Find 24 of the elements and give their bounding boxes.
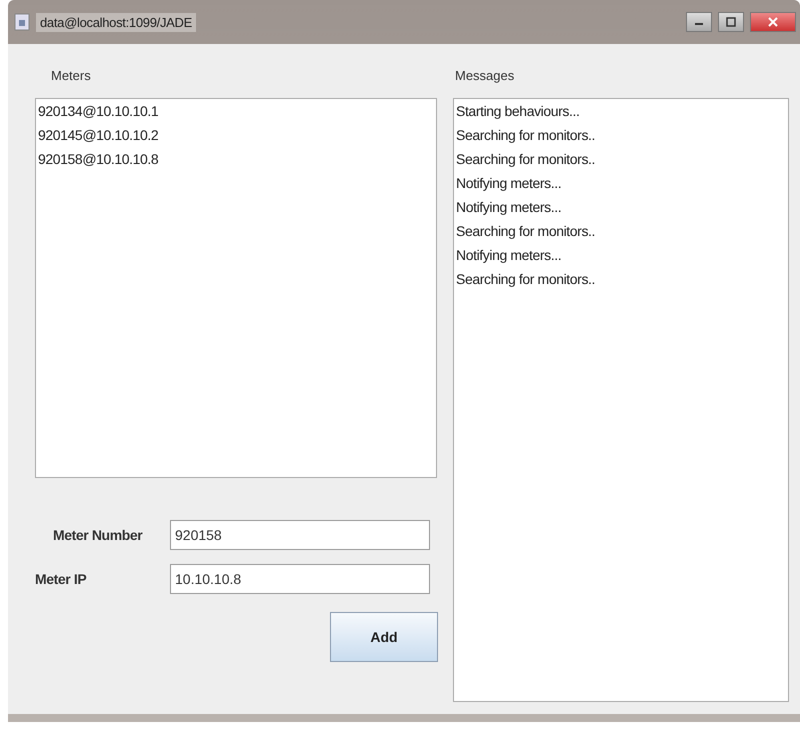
meters-label: Meters xyxy=(50,67,92,85)
add-button[interactable]: Add xyxy=(330,612,438,662)
message-item: Notifying meters... xyxy=(456,199,562,215)
minimize-button[interactable] xyxy=(686,12,712,32)
message-item: Notifying meters... xyxy=(456,175,562,191)
message-item: Searching for monitors.. xyxy=(456,127,596,143)
message-item: Searching for monitors.. xyxy=(456,271,596,287)
maximize-icon xyxy=(726,17,736,27)
meter-item[interactable]: 920158@10.10.10.8 xyxy=(38,151,436,167)
close-icon xyxy=(768,17,778,27)
message-item: Searching for monitors.. xyxy=(456,151,596,167)
message-item: Searching for monitors.. xyxy=(456,223,596,239)
maximize-button[interactable] xyxy=(718,12,744,32)
meter-item[interactable]: 920134@10.10.10.1 xyxy=(38,103,436,119)
messages-label: Messages xyxy=(454,67,516,85)
field-label: Meter Number xyxy=(52,527,144,543)
input-field[interactable]: 10.10.10.8 xyxy=(170,564,430,594)
message-item: Notifying meters... xyxy=(456,247,562,263)
meter-item[interactable]: 920145@10.10.10.2 xyxy=(38,127,436,143)
window-title: data@localhost:1099/JADE xyxy=(36,12,196,32)
message-item: Starting behaviours... xyxy=(456,103,580,119)
field-label: Meter IP xyxy=(35,571,88,587)
close-button[interactable] xyxy=(750,12,796,32)
input-field[interactable]: 920158 xyxy=(170,520,430,550)
